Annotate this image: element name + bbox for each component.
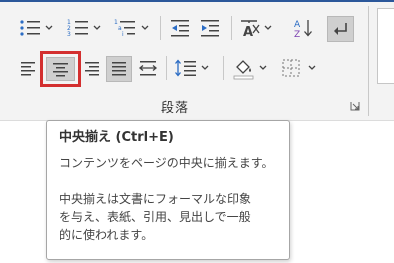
- svg-text:3: 3: [67, 31, 71, 38]
- separator: [166, 56, 167, 80]
- bullets-icon: [20, 20, 40, 36]
- tooltip-detail-line: を与え、表紙、引用、見出しで一般: [59, 210, 251, 224]
- chevron-down-icon: [259, 65, 267, 70]
- increase-indent-icon: [201, 20, 219, 37]
- decrease-indent-icon: [171, 20, 189, 37]
- numbering-dropdown[interactable]: [93, 25, 101, 31]
- paint-bucket-icon: [233, 60, 254, 80]
- justify-icon: [112, 62, 126, 76]
- show-hide-marks-button[interactable]: [327, 16, 354, 42]
- ribbon-top-border: [0, 0, 394, 2]
- bullets-button[interactable]: [18, 16, 44, 40]
- tooltip-description: コンテンツをページの中央に揃えます。: [59, 156, 274, 170]
- shading-button[interactable]: [231, 56, 257, 80]
- group-separator: [368, 6, 369, 116]
- bullets-dropdown[interactable]: [45, 25, 53, 31]
- asian-layout-button[interactable]: A: [238, 16, 262, 40]
- styles-gallery[interactable]: [377, 8, 394, 84]
- svg-text:i: i: [122, 31, 124, 38]
- distributed-button[interactable]: [136, 56, 160, 80]
- tooltip-detail-line: 的に使われます。: [59, 228, 154, 242]
- paragraph-group-label: 段落: [160, 101, 189, 116]
- svg-text:A: A: [294, 20, 301, 30]
- shading-dropdown[interactable]: [259, 65, 267, 71]
- multilevel-list-button[interactable]: 1 a i: [113, 16, 139, 40]
- chevron-down-icon: [93, 25, 101, 30]
- align-right-icon: [85, 62, 99, 76]
- sort-button[interactable]: A Z: [292, 16, 316, 40]
- separator: [223, 56, 224, 80]
- multilevel-list-icon: 1 a i: [114, 19, 135, 38]
- align-center-button[interactable]: [40, 51, 81, 87]
- chevron-down-icon: [141, 25, 149, 30]
- borders-icon: [282, 59, 300, 77]
- chevron-down-icon: [264, 25, 272, 30]
- line-spacing-icon: [175, 59, 196, 77]
- line-spacing-dropdown[interactable]: [201, 65, 209, 71]
- ribbon-paragraph-group: 1 2 3 1 a i A A Z 段落: [0, 0, 394, 121]
- chevron-down-icon: [201, 65, 209, 70]
- asian-layout-dropdown[interactable]: [264, 25, 272, 31]
- chevron-down-icon: [308, 65, 316, 70]
- align-center-icon: [53, 63, 68, 77]
- distributed-icon: [138, 61, 158, 76]
- align-left-icon: [21, 62, 35, 76]
- chevron-down-icon: [45, 25, 53, 30]
- align-center-inner: [46, 57, 75, 81]
- align-left-button[interactable]: [18, 56, 40, 80]
- borders-dropdown[interactable]: [308, 65, 316, 71]
- sort-az-icon: A Z: [294, 20, 312, 40]
- borders-button[interactable]: [279, 56, 303, 80]
- asian-layout-icon: A: [241, 20, 260, 40]
- justify-button[interactable]: [106, 56, 132, 82]
- numbering-icon: 1 2 3: [67, 19, 88, 38]
- increase-indent-button[interactable]: [198, 16, 224, 40]
- numbering-button[interactable]: 1 2 3: [66, 16, 92, 40]
- dialog-launcher-icon: [350, 102, 360, 111]
- tooltip-title: 中央揃え (Ctrl+E): [59, 130, 174, 145]
- line-spacing-button[interactable]: [173, 56, 199, 80]
- separator: [231, 16, 232, 40]
- align-center-tooltip: 中央揃え (Ctrl+E) コンテンツをページの中央に揃えます。 中央揃えは文書…: [46, 120, 290, 260]
- align-right-button[interactable]: [81, 56, 103, 80]
- svg-text:Z: Z: [294, 30, 300, 40]
- svg-text:A: A: [243, 25, 253, 40]
- multilevel-list-dropdown[interactable]: [141, 25, 149, 31]
- tooltip-detail-line: 中央揃えは文書にフォーマルな印象: [59, 192, 252, 206]
- paragraph-mark-icon: [334, 23, 347, 35]
- paragraph-settings-launcher[interactable]: [350, 101, 360, 111]
- decrease-indent-button[interactable]: [168, 16, 194, 40]
- separator: [160, 16, 161, 40]
